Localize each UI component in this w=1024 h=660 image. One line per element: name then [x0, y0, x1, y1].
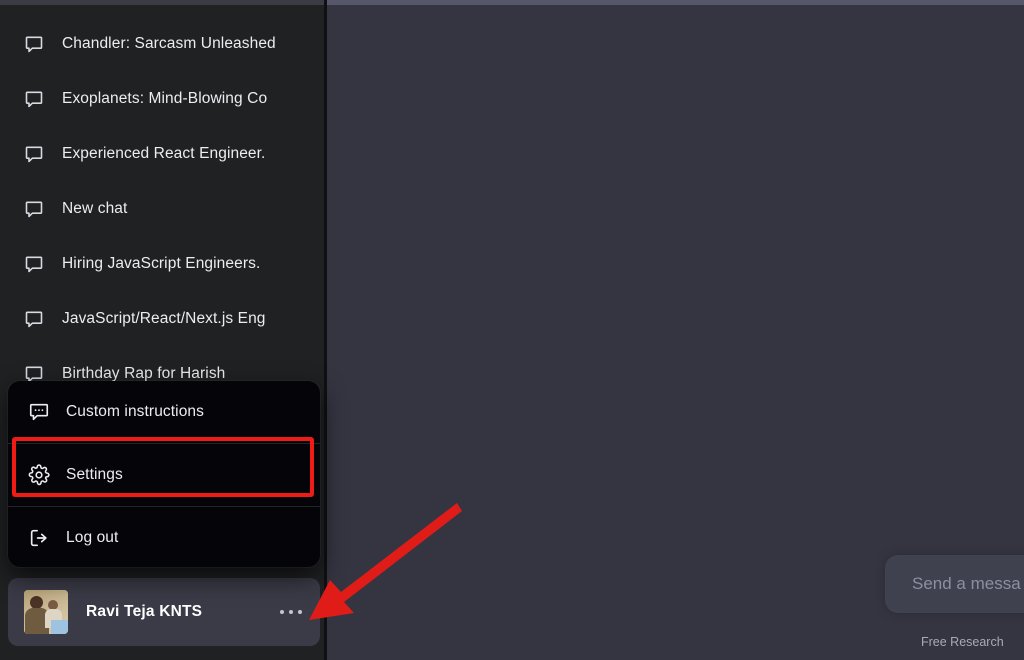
user-name-label: Ravi Teja KNTS — [86, 603, 203, 620]
sidebar-divider — [324, 0, 327, 660]
chat-history-item[interactable]: Hiring JavaScript Engineers. — [0, 236, 324, 291]
message-input-placeholder[interactable]: Send a messa — [912, 574, 1021, 594]
menu-item-label: Custom instructions — [66, 403, 205, 420]
chat-bubble-icon — [24, 89, 44, 109]
chat-bubble-icon — [24, 254, 44, 274]
chat-history-item-label: Birthday Rap for Harish — [62, 364, 226, 382]
menu-item-log-out[interactable]: Log out — [8, 507, 320, 567]
main-conversation-panel: Send a messa Free Research — [327, 5, 1024, 660]
chat-history-item-label: New chat — [62, 199, 128, 217]
chat-history-item[interactable]: New chat — [0, 181, 324, 236]
chat-bubble-icon — [24, 199, 44, 219]
chatgpt-window: Send a messa Free Research Chandler: Sar… — [0, 0, 1024, 660]
chat-history-item-label: Exoplanets: Mind-Blowing Co — [62, 89, 268, 107]
chat-bubble-icon — [24, 144, 44, 164]
chat-history-item-label: Chandler: Sarcasm Unleashed — [62, 34, 276, 52]
avatar — [24, 590, 68, 634]
chat-history-item-label: JavaScript/React/Next.js Eng — [62, 309, 266, 327]
menu-item-custom-instructions[interactable]: Custom instructions — [8, 381, 320, 443]
chat-history-item[interactable]: JavaScript/React/Next.js Eng — [0, 291, 324, 346]
chat-bubble-dots-icon — [28, 401, 50, 423]
chat-history-item[interactable]: Experienced React Engineer. — [0, 126, 324, 181]
chat-history-item-label: Hiring JavaScript Engineers. — [62, 254, 261, 272]
logout-icon — [28, 527, 50, 549]
gear-icon — [28, 464, 50, 486]
message-composer[interactable]: Send a messa — [885, 555, 1024, 613]
menu-item-label: Log out — [66, 529, 119, 546]
chat-bubble-icon — [24, 309, 44, 329]
user-more-options-button[interactable] — [280, 610, 302, 614]
chat-bubble-icon — [24, 34, 44, 54]
user-account-row[interactable]: Ravi Teja KNTS — [8, 578, 320, 646]
footer-disclaimer: Free Research — [921, 635, 1004, 649]
chat-history-list: Chandler: Sarcasm Unleashed Exoplanets: … — [0, 5, 324, 401]
menu-item-settings[interactable]: Settings — [8, 444, 320, 506]
chat-history-item[interactable]: Exoplanets: Mind-Blowing Co — [0, 71, 324, 126]
chat-history-item-label: Experienced React Engineer. — [62, 144, 266, 162]
chat-history-item[interactable]: Chandler: Sarcasm Unleashed — [0, 16, 324, 71]
account-popup-menu: Custom instructions Settings Log out — [8, 381, 320, 567]
menu-item-label: Settings — [66, 466, 123, 483]
